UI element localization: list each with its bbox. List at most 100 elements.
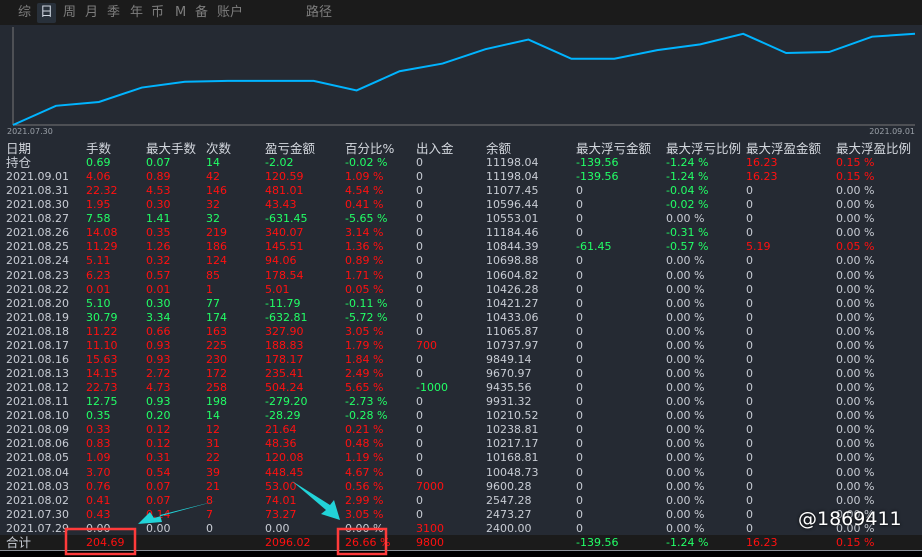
cell-max-float-loss: 0 <box>576 451 583 465</box>
tab-0[interactable]: 综 <box>15 3 34 23</box>
cell-deposit: 0 <box>416 226 423 240</box>
cell-max-lots: 2.72 <box>146 367 171 381</box>
cell-pnl: 120.08 <box>265 451 304 465</box>
cell-lots: 0.01 <box>86 282 111 296</box>
cell-percent: -5.72 % <box>345 310 388 324</box>
cell-max-float-profit: 0 <box>746 254 753 268</box>
table-row: 2021.08.20 5.10 0.30 77 -11.79 -0.11 % 0 10421.… <box>0 297 922 311</box>
cell-max-float-profit-pct: 0.00 % <box>836 212 875 226</box>
cell-pnl: 481.01 <box>265 184 304 198</box>
cell-count: 219 <box>206 226 227 240</box>
watermark-text: @1869411 <box>798 508 902 530</box>
table-row: 2021.08.04 3.70 0.54 39 448.45 4.67 % 0 10048.7… <box>0 466 922 480</box>
header-count: 次数 <box>206 141 232 156</box>
cell-max-lots: 3.34 <box>146 310 171 324</box>
cell-deposit: 3100 <box>416 521 444 535</box>
cell-pnl: -632.81 <box>265 310 308 324</box>
cell-balance: 2547.28 <box>486 493 532 507</box>
cell-max-float-loss-pct: 0.00 % <box>666 521 705 535</box>
cell-max-lots: 0.07 <box>146 493 171 507</box>
table-row: 2021.08.16 15.63 0.93 230 178.17 1.84 % 0 9849.… <box>0 353 922 367</box>
cell-max-float-profit: 0 <box>746 409 753 423</box>
cell-balance: 10168.81 <box>486 451 539 465</box>
cell-lots: 14.15 <box>86 367 118 381</box>
cell-max-float-profit-pct: 0.00 % <box>836 493 875 507</box>
header-balance: 余额 <box>486 141 512 156</box>
total-row: 合计 204.69 2096.02 26.66 % 9800 -139.56 -1.24 %… <box>0 534 922 551</box>
cell-max-float-profit-pct: 0.00 % <box>836 310 875 324</box>
cell-pnl: -2.02 <box>265 156 294 169</box>
cell-max-float-profit: 0 <box>746 507 753 521</box>
cell-balance: 11077.45 <box>486 184 539 198</box>
cell-max-float-loss: 0 <box>576 184 583 198</box>
tab-8[interactable]: 备 <box>192 3 211 23</box>
cell-date: 2021.08.17 <box>6 338 69 352</box>
cell-max-float-profit: 0 <box>746 310 753 324</box>
cell-lots: 15.63 <box>86 352 118 366</box>
cell-date: 2021.08.27 <box>6 212 69 226</box>
table-row: 2021.08.06 0.83 0.12 31 48.36 0.48 % 0 10217.17… <box>0 437 922 451</box>
tab-4[interactable]: 季 <box>104 3 123 23</box>
cell-max-lots: 4.53 <box>146 184 171 198</box>
cell-max-float-profit-pct: 0.00 % <box>836 198 875 212</box>
cell-lots: 5.10 <box>86 296 111 310</box>
tab-10[interactable]: 路径 <box>303 3 335 23</box>
cell-percent: 4.54 % <box>345 184 384 198</box>
cell-balance: 11065.87 <box>486 324 539 338</box>
cell-max-float-loss-pct: -0.57 % <box>666 240 709 254</box>
cell-date: 2021.08.02 <box>6 493 69 507</box>
cell-date: 2021.08.06 <box>6 437 69 451</box>
tab-3[interactable]: 月 <box>82 3 101 23</box>
cell-count: 198 <box>206 395 227 409</box>
cell-count: 32 <box>206 212 220 226</box>
tab-7[interactable]: M <box>172 3 189 23</box>
cell-percent: 2.99 % <box>345 493 384 507</box>
cell-max-float-loss-pct: 0.00 % <box>666 296 705 310</box>
cell-max-float-profit-pct: 0.15 % <box>836 170 875 184</box>
tab-1[interactable]: 日 <box>37 3 57 23</box>
cell-max-float-profit: 16.23 <box>746 535 778 549</box>
cell-lots: 11.22 <box>86 324 118 338</box>
cell-lots: 0.69 <box>86 156 111 169</box>
cell-pnl: 48.36 <box>265 437 297 451</box>
cell-max-float-profit: 0 <box>746 451 753 465</box>
tab-2[interactable]: 周 <box>60 3 79 23</box>
header-max-float-profit-pct: 最大浮盈比例 <box>836 141 912 156</box>
table-row: 2021.08.26 14.08 0.35 219 340.07 3.14 % 0 11184… <box>0 226 922 240</box>
cell-max-float-profit: 0 <box>746 268 753 282</box>
cell-deposit: 0 <box>416 212 423 226</box>
cell-percent: 0.48 % <box>345 437 384 451</box>
cell-max-float-loss: 0 <box>576 338 583 352</box>
cell-pnl: -11.79 <box>265 296 301 310</box>
cell-max-float-loss: 0 <box>576 296 583 310</box>
cell-lots: 22.73 <box>86 381 118 395</box>
cell-max-float-loss-pct: 0.00 % <box>666 437 705 451</box>
cell-lots: 3.70 <box>86 465 111 479</box>
tab-6[interactable]: 币 <box>148 3 167 23</box>
cell-max-lots: 0.54 <box>146 465 171 479</box>
cell-deposit: 7000 <box>416 479 444 493</box>
cell-max-float-profit: 5.19 <box>746 240 771 254</box>
cell-count: 172 <box>206 367 227 381</box>
cell-date: 2021.08.05 <box>6 451 69 465</box>
cell-count: 7 <box>206 507 213 521</box>
table-header: 日期 手数 最大手数 次数 盈亏金额 百分比% 出入金 余额 最大浮亏金额 最大浮亏比例 最大浮盈金… <box>0 142 922 156</box>
cell-date: 2021.08.16 <box>6 352 69 366</box>
tab-5[interactable]: 年 <box>127 3 146 23</box>
cell-balance: 10217.17 <box>486 437 539 451</box>
cell-max-float-profit-pct: 0.00 % <box>836 395 875 409</box>
cell-max-float-loss-pct: 0.00 % <box>666 409 705 423</box>
cell-max-float-loss: -139.56 <box>576 535 619 549</box>
cell-max-float-loss: 0 <box>576 409 583 423</box>
cell-max-float-loss: 0 <box>576 395 583 409</box>
cell-date: 2021.08.03 <box>6 479 69 493</box>
cell-count: 22 <box>206 451 220 465</box>
cell-count: 42 <box>206 170 220 184</box>
cell-pnl: 340.07 <box>265 226 304 240</box>
cell-percent: 1.79 % <box>345 338 384 352</box>
cell-deposit: 0 <box>416 423 423 437</box>
tab-9[interactable]: 账户 <box>214 3 246 23</box>
cell-balance: 2400.00 <box>486 521 532 535</box>
cell-percent: 1.84 % <box>345 352 384 366</box>
cell-balance: 9600.28 <box>486 479 532 493</box>
